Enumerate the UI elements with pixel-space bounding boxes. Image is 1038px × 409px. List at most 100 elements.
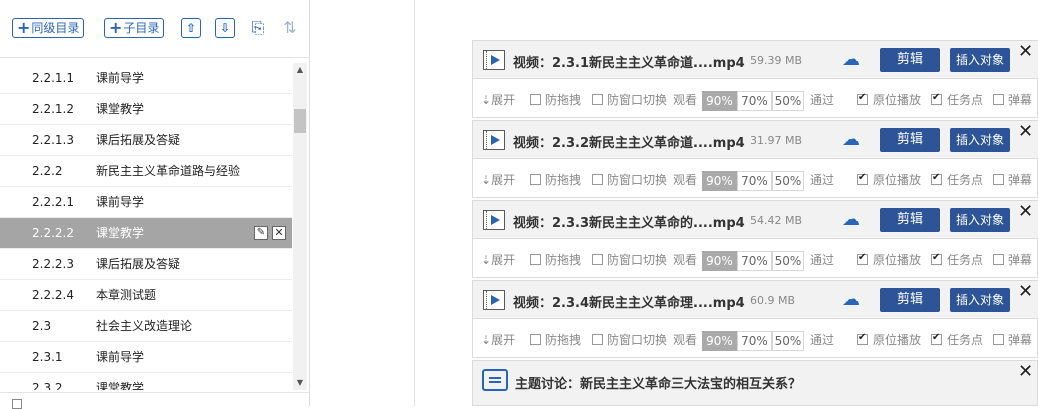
video-panel: 视频：2.3.3新民主主义革命的....mp4 54.42 MB ☁ 剪辑 插入对象 ✕ ⇣…	[472, 200, 1038, 278]
insert-object-button[interactable]: 插入对象	[950, 48, 1010, 72]
tree-row[interactable]: 2.2.2.4 本章测试题	[0, 280, 292, 311]
danmaku-checkbox[interactable]	[993, 334, 1004, 345]
tree-row-number: 2.2.1.1	[32, 71, 74, 85]
sort-button[interactable]: ⇅	[279, 17, 301, 39]
cloud-icon[interactable]: ☁	[842, 130, 866, 150]
insert-object-button[interactable]: 插入对象	[950, 208, 1010, 232]
inplace-checkbox[interactable]	[857, 252, 868, 265]
scroll-down-icon[interactable]: ▼	[293, 376, 307, 390]
move-up-button[interactable]: ⇧	[181, 18, 201, 38]
anti-drag-checkbox[interactable]	[530, 174, 541, 185]
tree-row[interactable]: 2.3.2 课堂教学	[0, 373, 292, 390]
chapter-panel: +同级目录 +子目录 ⇧ ⇩ ⎘ ⇅ 2.2.1.1 课前导学 2.2.1.2 课堂教…	[0, 0, 310, 409]
close-icon[interactable]: ✕	[1018, 203, 1033, 221]
video-title: 视频：2.3.4新民主主义革命理....mp4	[513, 296, 745, 311]
tree-row[interactable]: 2.2.2.2 课堂教学 ✎ ✕	[0, 218, 292, 249]
close-icon[interactable]: ✕	[1018, 283, 1033, 301]
import-button[interactable]: ⎘	[247, 17, 269, 39]
pct-90-button[interactable]: 90%	[702, 171, 737, 191]
close-icon[interactable]: ✕	[1018, 123, 1033, 141]
expand-toggle[interactable]: ⇣展开	[481, 171, 515, 188]
pct-70-button[interactable]: 70%	[737, 331, 772, 351]
pct-50-button[interactable]: 50%	[772, 171, 804, 191]
footer-checkbox[interactable]	[12, 399, 22, 409]
pct-50-button[interactable]: 50%	[772, 331, 804, 351]
insert-object-button[interactable]: 插入对象	[950, 128, 1010, 152]
video-header: 视频：2.3.4新民主主义革命理....mp4 60.9 MB ☁ 剪辑 插入对象 ✕	[473, 281, 1038, 319]
anti-switch-checkbox[interactable]	[592, 254, 603, 265]
danmaku-checkbox[interactable]	[993, 254, 1004, 265]
task-point-checkbox[interactable]	[931, 252, 942, 265]
add-same-level-button[interactable]: +同级目录	[12, 18, 85, 38]
danmaku-checkbox[interactable]	[993, 94, 1004, 105]
danmaku-label: 弹幕	[1008, 333, 1033, 347]
arrow-down-icon: ⇩	[219, 21, 231, 35]
tree-row-title: 本章测试题	[96, 288, 157, 302]
tree-row-title: 社会主义改造理论	[96, 319, 193, 333]
inplace-label: 原位播放	[873, 173, 922, 187]
chapter-toolbar: +同级目录 +子目录 ⇧ ⇩ ⎘ ⇅	[0, 0, 310, 58]
tree-row[interactable]: 2.2.2.1 课前导学	[0, 187, 292, 218]
cloud-icon[interactable]: ☁	[842, 50, 866, 70]
expand-toggle[interactable]: ⇣展开	[481, 251, 515, 268]
video-size: 59.39 MB	[750, 54, 803, 67]
tree-row-title: 课堂教学	[96, 381, 145, 390]
task-point-checkbox[interactable]	[931, 92, 942, 105]
tree-row[interactable]: 2.3 社会主义改造理论	[0, 311, 292, 342]
expand-icon: ⇣	[481, 173, 492, 187]
danmaku-checkbox[interactable]	[993, 174, 1004, 185]
tree-row[interactable]: 2.2.1.3 课后拓展及答疑	[0, 125, 292, 156]
cloud-icon[interactable]: ☁	[842, 290, 866, 310]
task-point-checkbox[interactable]	[931, 332, 942, 345]
expand-label: 展开	[491, 333, 516, 347]
task-point-checkbox[interactable]	[931, 172, 942, 185]
tree-row[interactable]: 2.3.1 课前导学	[0, 342, 292, 373]
anti-switch-checkbox[interactable]	[592, 334, 603, 345]
tree-row-title: 课堂教学	[96, 226, 145, 240]
video-header: 视频：2.3.3新民主主义革命的....mp4 54.42 MB ☁ 剪辑 插入对象 ✕	[473, 201, 1038, 239]
anti-switch-checkbox[interactable]	[592, 94, 603, 105]
pct-70-button[interactable]: 70%	[737, 91, 772, 111]
pct-90-button[interactable]: 90%	[702, 91, 737, 111]
scroll-thumb[interactable]	[294, 109, 306, 133]
edit-icon[interactable]: ✎	[254, 226, 268, 240]
pct-70-button[interactable]: 70%	[737, 251, 772, 271]
tree-row-title: 课后拓展及答疑	[96, 257, 181, 271]
pct-50-button[interactable]: 50%	[772, 251, 804, 271]
cut-button[interactable]: 剪辑	[880, 48, 940, 72]
anti-drag-checkbox[interactable]	[530, 334, 541, 345]
anti-switch-checkbox[interactable]	[592, 174, 603, 185]
tree-row[interactable]: 2.2.2.3 课后拓展及答疑	[0, 249, 292, 280]
discussion-panel: 主题讨论：新民主主义革命三大法宝的相互关系？ ✕	[472, 360, 1038, 406]
scroll-up-icon[interactable]: ▲	[293, 63, 307, 77]
expand-toggle[interactable]: ⇣展开	[481, 331, 515, 348]
inplace-label: 原位播放	[873, 93, 922, 107]
anti-drag-checkbox[interactable]	[530, 94, 541, 105]
tree-row[interactable]: 2.2.1.2 课堂教学	[0, 94, 292, 125]
pass-label: 通过	[810, 173, 835, 187]
inplace-checkbox[interactable]	[857, 92, 868, 105]
delete-icon[interactable]: ✕	[272, 226, 286, 240]
inplace-checkbox[interactable]	[857, 172, 868, 185]
pct-50-button[interactable]: 50%	[772, 91, 804, 111]
video-file-icon	[483, 210, 505, 230]
add-child-button[interactable]: +子目录	[104, 18, 165, 38]
pct-90-button[interactable]: 90%	[702, 331, 737, 351]
pct-90-button[interactable]: 90%	[702, 251, 737, 271]
cut-button[interactable]: 剪辑	[880, 128, 940, 152]
tree-scrollbar[interactable]: ▲ ▼	[293, 63, 307, 390]
cut-button[interactable]: 剪辑	[880, 288, 940, 312]
move-down-button[interactable]: ⇩	[215, 18, 235, 38]
pct-70-button[interactable]: 70%	[737, 171, 772, 191]
tree-row[interactable]: 2.2.2 新民主主义革命道路与经验	[0, 156, 292, 187]
close-icon[interactable]: ✕	[1018, 43, 1033, 61]
expand-toggle[interactable]: ⇣展开	[481, 91, 515, 108]
tree-row[interactable]: 2.2.1.1 课前导学	[0, 63, 292, 94]
cloud-icon[interactable]: ☁	[842, 210, 866, 230]
cut-button[interactable]: 剪辑	[880, 208, 940, 232]
inplace-checkbox[interactable]	[857, 332, 868, 345]
anti-switch-label: 防窗口切换	[607, 333, 668, 347]
anti-drag-checkbox[interactable]	[530, 254, 541, 265]
insert-object-button[interactable]: 插入对象	[950, 288, 1010, 312]
discussion-close-icon[interactable]: ✕	[1018, 363, 1033, 381]
